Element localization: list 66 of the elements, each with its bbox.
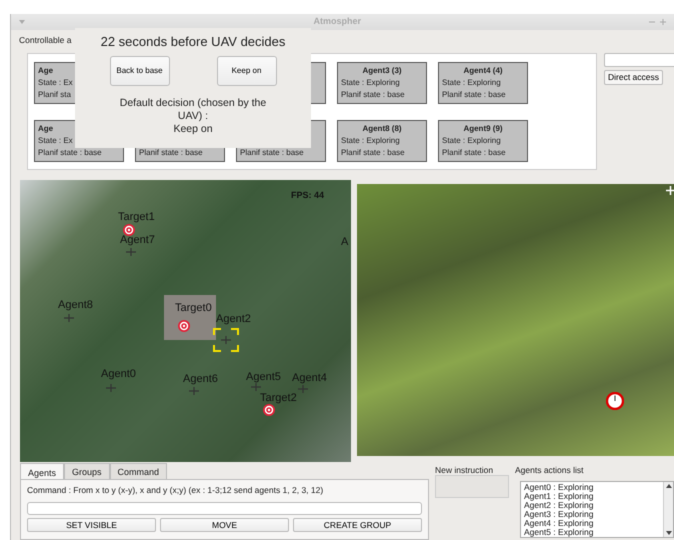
dialog-button[interactable]: Keep on xyxy=(216,56,276,86)
list-item[interactable]: Agent3 : Exploring xyxy=(524,510,660,520)
dialog-button[interactable]: Back to base xyxy=(110,56,170,86)
agent-name: Agent3 (3) xyxy=(362,66,402,75)
command-field[interactable] xyxy=(27,502,422,515)
target-icon xyxy=(123,224,135,236)
scroll-up-icon[interactable] xyxy=(666,484,672,488)
countdown-text: 22 seconds before UAV decides xyxy=(100,34,286,50)
agent-state: State : Exploring xyxy=(341,136,400,145)
agent-name: Agent8 (8) xyxy=(362,124,402,133)
crosshair-icon xyxy=(106,384,116,392)
direct-access-button[interactable]: Direct access xyxy=(604,70,664,85)
plus-icon xyxy=(666,186,674,195)
agent-name: Agent9 (9) xyxy=(463,124,503,133)
agent-card[interactable]: Agent3 (3) State : Exploring Planif state : base xyxy=(337,62,427,104)
agent-name: Age xyxy=(38,66,54,75)
crosshair-icon xyxy=(298,385,308,393)
agent-state: State : Ex xyxy=(38,78,73,87)
planif-state: Planif state : base xyxy=(341,90,405,99)
crosshair-icon xyxy=(221,336,231,344)
planif-state: Planif state : base xyxy=(38,148,102,157)
list-item[interactable]: Agent0 : Exploring xyxy=(524,483,660,492)
planif-state: Planif sta xyxy=(38,90,71,99)
command-instruction: Command : From x to y (x-y), x and y (x;y) (ex : 1-3;12 send agents 1, 2, 3, 12) xyxy=(27,484,324,496)
section-label: Agents actions list xyxy=(515,464,584,477)
command-button[interactable]: MOVE xyxy=(160,518,289,532)
crosshair-icon xyxy=(64,314,74,322)
default-decision-value: Keep on xyxy=(173,123,213,136)
clock-icon xyxy=(606,392,624,410)
agent-state: State : Ex xyxy=(38,136,73,145)
minimize-icon[interactable] xyxy=(649,19,656,25)
target-icon xyxy=(178,320,190,332)
agent-name: Agent4 (4) xyxy=(463,66,503,75)
list-item[interactable]: Agent5 : Exploring xyxy=(524,528,660,537)
agent-card[interactable]: Agent4 (4) State : Exploring Planif state : base xyxy=(438,62,528,104)
default-decision-label: Default decision (chosen by the UAV) : xyxy=(118,97,268,123)
planif-state: Planif state : base xyxy=(442,90,506,99)
target-label[interactable]: Target0 xyxy=(175,301,212,315)
maximize-icon[interactable] xyxy=(660,19,666,25)
crosshair-icon xyxy=(189,387,199,395)
planif-state: Planif state : base xyxy=(442,148,506,157)
window-title: Atmospher xyxy=(313,15,361,28)
planif-state: Planif state : base xyxy=(341,148,405,157)
agent-state: State : Exploring xyxy=(442,136,501,145)
planif-state: Planif state : base xyxy=(139,148,203,157)
menu-icon[interactable] xyxy=(19,20,25,24)
agent-state: State : Exploring xyxy=(442,78,501,87)
planif-state: Planif state : base xyxy=(240,148,304,157)
agent-card[interactable]: Agent9 (9) State : Exploring Planif state : base xyxy=(438,120,528,162)
list-item[interactable]: Agent2 : Exploring xyxy=(524,501,660,510)
crosshair-icon xyxy=(251,383,261,391)
fps-counter: FPS: 44 xyxy=(291,189,324,202)
target-icon xyxy=(263,404,275,416)
crosshair-icon xyxy=(126,248,136,256)
direct-access-field[interactable] xyxy=(604,53,674,67)
panel-label: Controllable a xyxy=(19,34,72,47)
list-item[interactable]: Agent1 : Exploring xyxy=(524,492,660,502)
command-button[interactable]: SET VISIBLE xyxy=(27,518,156,532)
section-label: New instruction xyxy=(435,464,494,477)
agent-state: State : Exploring xyxy=(341,78,400,87)
agent-name: Age xyxy=(38,124,54,133)
agent-card[interactable]: Agent8 (8) State : Exploring Planif state : base xyxy=(337,120,427,162)
scrollbar[interactable] xyxy=(663,482,673,537)
list-item[interactable]: Agent4 : Exploring xyxy=(524,519,660,528)
command-button[interactable]: CREATE GROUP xyxy=(293,518,422,532)
scroll-down-icon[interactable] xyxy=(666,531,672,535)
